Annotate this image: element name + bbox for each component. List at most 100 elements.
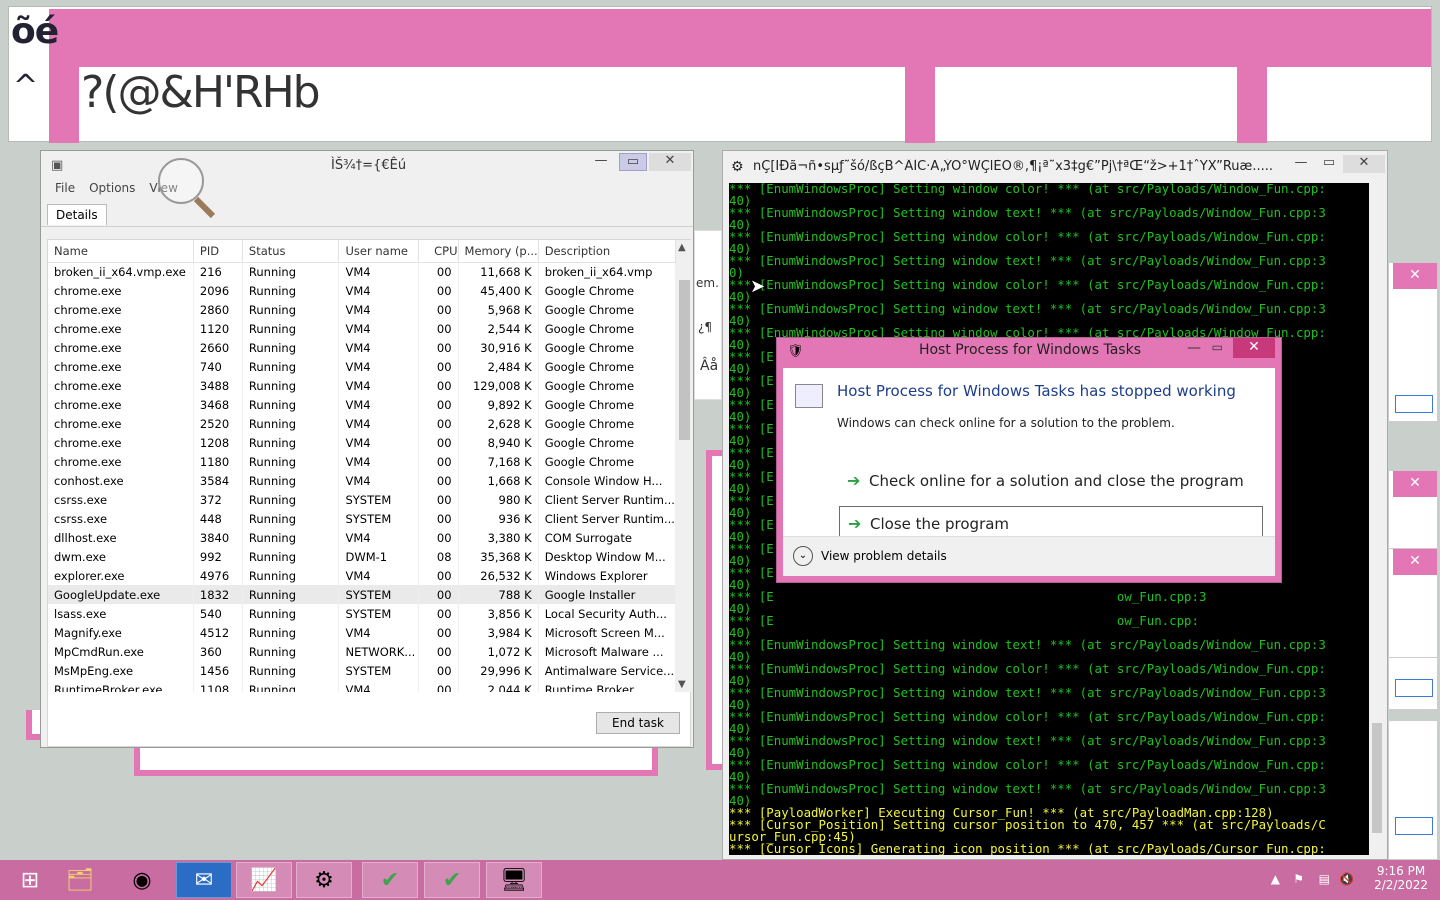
- close-icon[interactable]: ✕: [1393, 263, 1437, 289]
- end-task-button[interactable]: End task: [596, 712, 680, 734]
- console-scrollbar[interactable]: [1369, 183, 1385, 855]
- mail-icon[interactable]: ✉: [176, 862, 232, 898]
- check-online-option[interactable]: ➔ Check online for a solution and close …: [839, 464, 1263, 500]
- clock-date: 2/2/2022: [1374, 878, 1428, 892]
- table-cell: Running: [242, 471, 340, 490]
- table-row[interactable]: chrome.exe 3488 Running VM4 00 129,008 K Googl…: [48, 376, 676, 395]
- table-row[interactable]: MpCmdRun.exe 360 Running NETWORK... 00 1,072 …: [48, 642, 676, 661]
- volume-muted-icon[interactable]: 🔇: [1339, 872, 1354, 886]
- glitched-column: [1237, 67, 1267, 143]
- scrollbar-thumb[interactable]: [679, 280, 690, 440]
- column-header[interactable]: Status: [242, 240, 340, 263]
- computer-icon[interactable]: 🖥: [486, 862, 542, 898]
- green-arrow-icon: ➔: [847, 471, 861, 490]
- background-text: ¿¶: [698, 320, 713, 334]
- process-list-panel: Name PID Status User name CPU Memory (p... Des…: [47, 239, 692, 747]
- table-row[interactable]: chrome.exe 2660 Running VM4 00 30,916 K Google…: [48, 338, 676, 357]
- vertical-scrollbar[interactable]: ▲ ▼: [676, 240, 692, 692]
- close-button[interactable]: ✕: [1233, 338, 1275, 358]
- column-header[interactable]: User name: [338, 240, 420, 263]
- table-cell: 2,628 K: [458, 414, 539, 433]
- menu-file[interactable]: File: [55, 181, 75, 201]
- table-row[interactable]: chrome.exe 740 Running VM4 00 2,484 K Google C…: [48, 357, 676, 376]
- table-row[interactable]: MsMpEng.exe 1456 Running SYSTEM 00 29,996 K An…: [48, 661, 676, 680]
- minimize-button[interactable]: —: [1187, 340, 1201, 356]
- table-cell: Running: [242, 661, 340, 680]
- scroll-up-icon[interactable]: ▲: [678, 242, 686, 253]
- table-cell: 08: [418, 547, 459, 566]
- maximize-button[interactable]: ▭: [619, 153, 647, 171]
- table-cell: chrome.exe: [48, 395, 194, 414]
- table-cell: Running: [242, 300, 340, 319]
- title-bar[interactable]: ▣ ÌŠ¾†={€Êú — ▭ ✕: [41, 151, 693, 181]
- table-cell: 4976: [193, 566, 243, 585]
- table-cell: Running: [242, 509, 340, 528]
- table-cell: 1120: [193, 319, 243, 338]
- menu-options[interactable]: Options: [89, 181, 135, 201]
- close-icon[interactable]: ✕: [1393, 471, 1437, 497]
- chrome-icon[interactable]: ◉: [114, 862, 170, 898]
- background-window-right: ✕: [1388, 548, 1438, 658]
- column-header[interactable]: PID: [193, 240, 243, 263]
- action-center-flag-icon[interactable]: ⚑: [1293, 872, 1304, 886]
- table-cell: 3840: [193, 528, 243, 547]
- defender-check-icon[interactable]: ✔: [424, 862, 480, 898]
- table-cell: 26,532 K: [458, 566, 539, 585]
- view-details-link[interactable]: View problem details: [821, 549, 947, 563]
- network-icon[interactable]: ▤: [1319, 872, 1330, 886]
- table-row[interactable]: Magnify.exe 4512 Running VM4 00 3,984 K Micros…: [48, 623, 676, 642]
- table-row[interactable]: lsass.exe 540 Running SYSTEM 00 3,856 K Local …: [48, 604, 676, 623]
- file-explorer-icon[interactable]: 🗂: [52, 862, 108, 898]
- defender-check-icon[interactable]: ✔: [362, 862, 418, 898]
- table-cell: chrome.exe: [48, 414, 194, 433]
- maximize-button[interactable]: ▭: [1212, 340, 1223, 354]
- maximize-button[interactable]: ▭: [1315, 155, 1343, 173]
- close-icon[interactable]: ✕: [1393, 549, 1437, 575]
- scroll-down-icon[interactable]: ▼: [678, 679, 686, 690]
- table-row[interactable]: chrome.exe 2096 Running VM4 00 45,400 K Google…: [48, 281, 676, 300]
- table-row[interactable]: broken_ii_x64.vmp.exe 216 Running VM4 00 11,6…: [48, 262, 676, 281]
- task-manager-icon[interactable]: 📈: [236, 862, 292, 898]
- column-header[interactable]: CPU: [418, 240, 459, 263]
- settings-icon[interactable]: ⚙: [296, 862, 352, 898]
- glitched-text: ^: [13, 69, 39, 104]
- table-cell: 00: [418, 623, 459, 642]
- table-row[interactable]: GoogleUpdate.exe 1832 Running SYSTEM 00 788 K…: [48, 585, 676, 604]
- table-row[interactable]: RuntimeBroker.exe 1108 Running VM4 00 2,044 K…: [48, 680, 676, 692]
- column-header[interactable]: Memory (p...: [458, 240, 539, 263]
- show-hidden-icons-icon[interactable]: ▲: [1271, 872, 1280, 886]
- table-row[interactable]: chrome.exe 3468 Running VM4 00 9,892 K Google …: [48, 395, 676, 414]
- table-row[interactable]: chrome.exe 2860 Running VM4 00 5,968 K Google …: [48, 300, 676, 319]
- scrollbar-thumb[interactable]: [1372, 723, 1382, 833]
- table-cell: 00: [418, 642, 459, 661]
- clock[interactable]: 9:16 PM 2/2/2022: [1374, 864, 1428, 892]
- minimize-button[interactable]: —: [1287, 155, 1315, 173]
- column-header[interactable]: Description: [538, 240, 676, 263]
- table-row[interactable]: explorer.exe 4976 Running VM4 00 26,532 K Wind…: [48, 566, 676, 585]
- close-button[interactable]: ✕: [1343, 155, 1385, 173]
- minimize-button[interactable]: —: [587, 153, 615, 171]
- table-cell: broken_ii_x64.vmp.exe: [48, 262, 194, 281]
- table-cell: VM4: [338, 452, 420, 471]
- table-cell: 1108: [193, 680, 243, 692]
- chevron-down-icon[interactable]: ⌄: [793, 546, 813, 566]
- tab-details[interactable]: Details: [47, 204, 107, 225]
- table-row[interactable]: chrome.exe 2520 Running VM4 00 2,628 K Google …: [48, 414, 676, 433]
- table-row[interactable]: chrome.exe 1208 Running VM4 00 8,940 K Google …: [48, 433, 676, 452]
- windows-start-icon[interactable]: ⊞: [2, 862, 58, 898]
- table-cell: dllhost.exe: [48, 528, 194, 547]
- column-header[interactable]: Name: [48, 240, 194, 263]
- table-cell: 00: [418, 395, 459, 414]
- table-row[interactable]: csrss.exe 372 Running SYSTEM 00 980 K Client S…: [48, 490, 676, 509]
- console-title-bar[interactable]: ⚙ nÇ[IÐã¬ñ•sµƒ˜šó/ßçB^ÂÌC·Ã„ÝÖ°WÇlÈÒ®,¶¡…: [723, 151, 1387, 183]
- table-row[interactable]: dwm.exe 992 Running DWM-1 08 35,368 K Desktop …: [48, 547, 676, 566]
- table-row[interactable]: chrome.exe 1120 Running VM4 00 2,544 K Google …: [48, 319, 676, 338]
- table-row[interactable]: conhost.exe 3584 Running VM4 00 1,668 K Consol…: [48, 471, 676, 490]
- glitched-window: õé ^ ?(@&H'RHb: [8, 6, 1432, 143]
- table-row[interactable]: csrss.exe 448 Running SYSTEM 00 936 K Client S…: [48, 509, 676, 528]
- close-button[interactable]: ✕: [649, 153, 691, 171]
- table-row[interactable]: dllhost.exe 3840 Running VM4 00 3,380 K COM Su…: [48, 528, 676, 547]
- table-row[interactable]: chrome.exe 1180 Running VM4 00 7,168 K Google …: [48, 452, 676, 471]
- dialog-message: Windows can check online for a solution …: [837, 416, 1175, 430]
- table-cell: SYSTEM: [338, 661, 420, 680]
